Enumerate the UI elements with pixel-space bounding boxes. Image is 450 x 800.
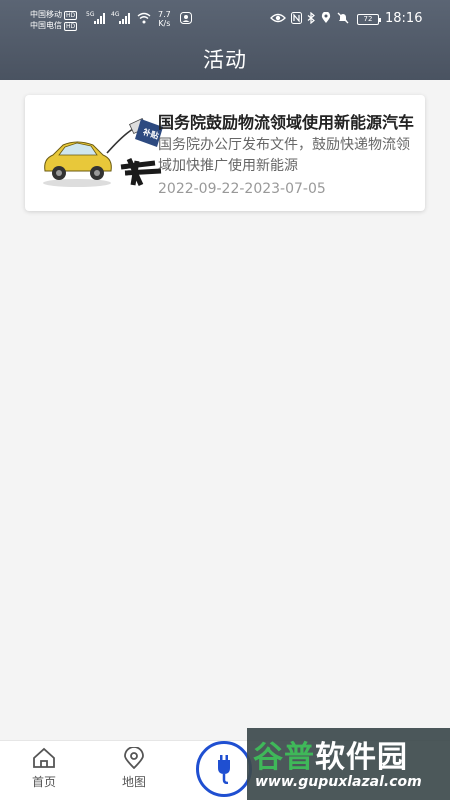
activity-thumbnail: 补贴 [43,117,163,187]
status-bar: 中国移动 HD 中国电信 HD 5G 4G 7.7 K/s 72 18:16 [0,0,450,38]
bluetooth-icon [307,12,315,24]
watermark-title-a: 谷普 [253,740,315,775]
tab-home[interactable]: 首页 [14,747,74,790]
watermark-url: www.gupuxlazal.com [255,774,422,790]
tab-charging[interactable] [196,741,252,797]
hd-badge: HD [64,11,78,20]
signal-icon [94,12,105,24]
watermark-logo: 谷普软件园 www.gupuxlazal.com [247,728,450,800]
tab-map[interactable]: 地图 [104,747,164,790]
mute-bell-icon [337,12,349,24]
user-icon [180,12,192,24]
carrier-1: 中国移动 [30,10,62,19]
battery-indicator: 72 [357,14,381,25]
wifi-icon [137,12,151,24]
activity-card[interactable]: 补贴 国务院鼓励物流领域使用新能源汽车 国务院办公厅发布文件，鼓励快递物流领域加… [25,95,425,211]
carrier-info: 中国移动 HD 中国电信 HD [30,9,78,31]
eye-icon [270,13,286,23]
signal-icon [119,12,130,24]
watermark-title-b: 软件园 [315,740,408,775]
location-icon [321,12,331,23]
home-icon [33,747,55,768]
activity-description: 国务院办公厅发布文件，鼓励快递物流领域加快推广使用新能源 [158,137,410,174]
app-header: 中国移动 HD 中国电信 HD 5G 4G 7.7 K/s 72 18:16 活动 [0,0,450,80]
map-pin-icon [124,747,144,769]
tab-map-label: 地图 [121,775,146,789]
nfc-icon [291,12,302,24]
net-speed: 7.7 K/s [158,10,171,28]
activity-title: 国务院鼓励物流领域使用新能源汽车 [158,113,415,132]
charging-plug-icon [218,755,230,784]
carrier-2: 中国电信 [30,21,62,30]
hd-badge: HD [64,22,78,31]
clock: 18:16 [385,11,423,26]
tab-home-label: 首页 [31,775,56,789]
page-title: 活动 [203,48,247,72]
activity-date-range: 2022-09-22-2023-07-05 [158,181,326,197]
